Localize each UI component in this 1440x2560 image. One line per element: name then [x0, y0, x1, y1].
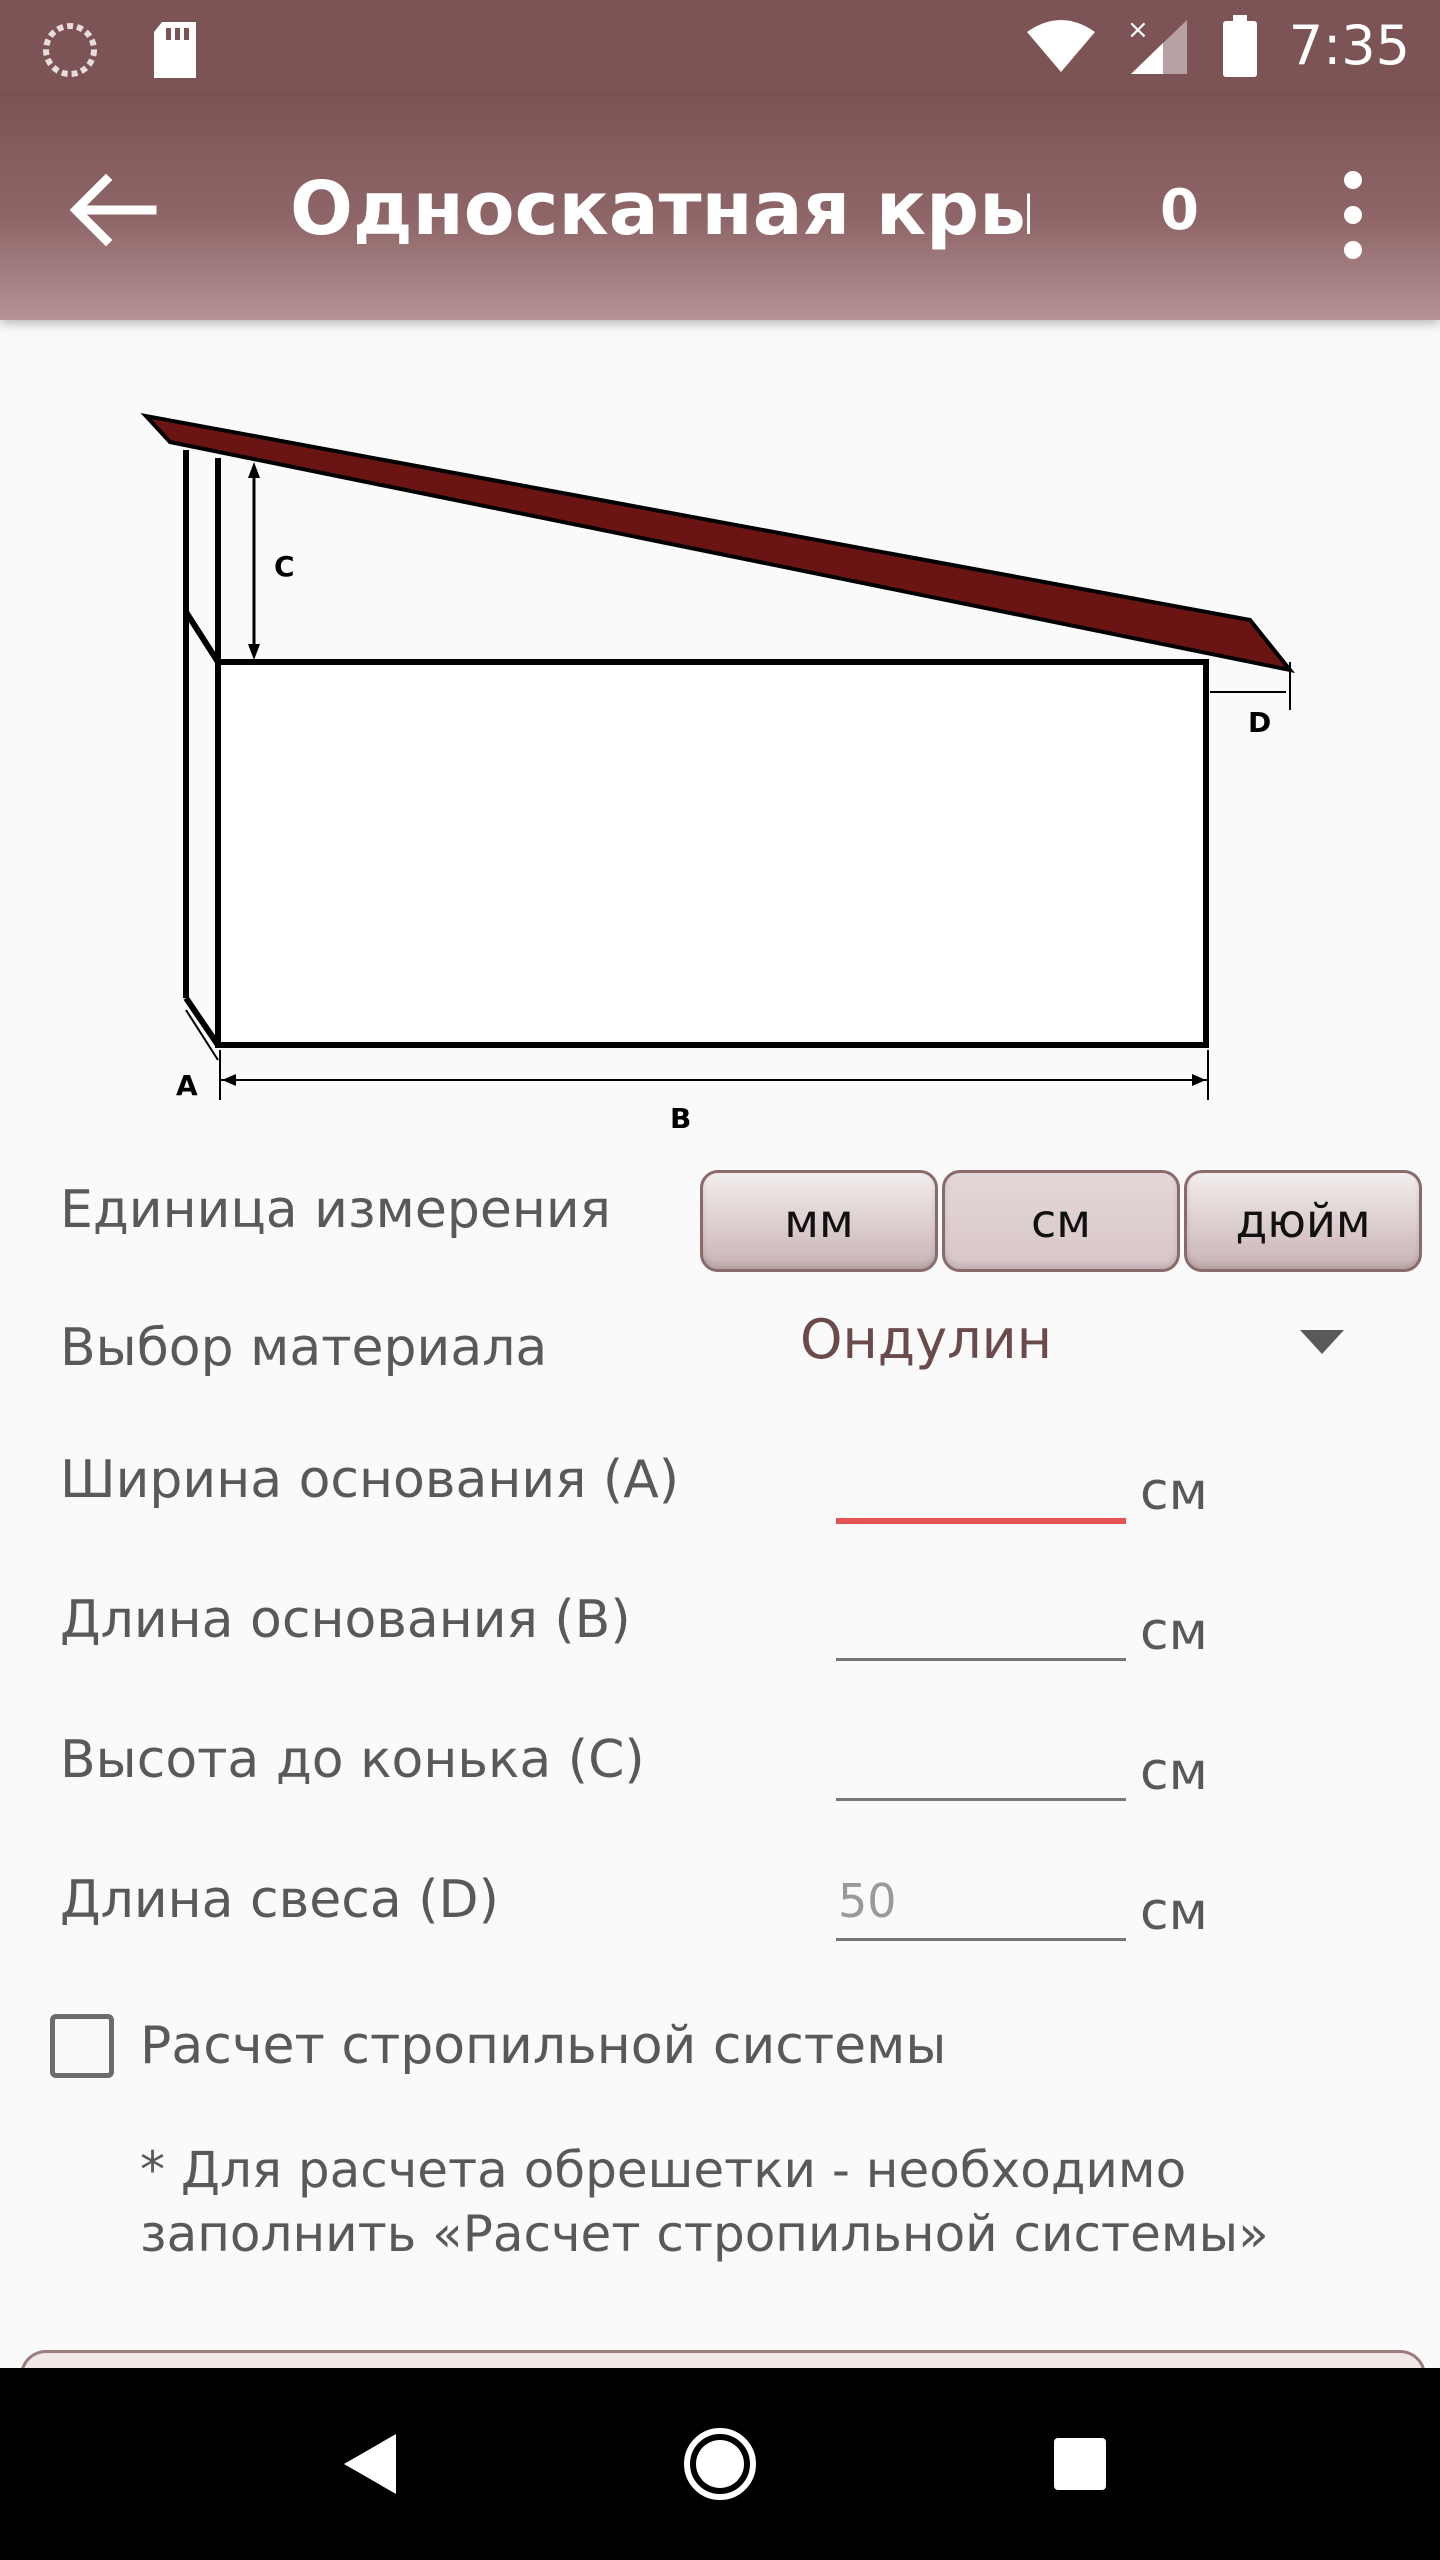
height-input[interactable] — [836, 1728, 1126, 1801]
app-bar: Односкатная кры... 0 — [0, 96, 1440, 320]
field-label-length: Длина основания (В) — [60, 1590, 631, 1650]
roof-diagram: C D A B — [140, 412, 1296, 1135]
page-title: Односкатная кры... — [290, 166, 1030, 252]
unit-button-cm[interactable]: см — [942, 1170, 1180, 1272]
height-unit: см — [1140, 1742, 1208, 1802]
width-unit: см — [1140, 1462, 1208, 1522]
sync-icon — [43, 23, 97, 77]
width-input[interactable] — [836, 1448, 1126, 1524]
overhang-unit: см — [1140, 1882, 1208, 1942]
nav-recents-icon[interactable] — [1054, 2438, 1106, 2490]
rafter-system-label[interactable]: Расчет стропильной системы — [140, 2016, 946, 2076]
nav-home-icon[interactable] — [680, 2424, 760, 2504]
dim-label-d: D — [1248, 706, 1271, 739]
navigation-bar — [0, 2368, 1440, 2560]
status-bar: × 7:35 — [0, 0, 1440, 96]
clock: 7:35 — [1288, 14, 1410, 77]
dim-label-c: C — [274, 550, 295, 583]
material-select[interactable]: Ондулин — [800, 1308, 1052, 1371]
more-vert-icon — [1344, 171, 1362, 259]
nav-back-icon[interactable] — [330, 2424, 410, 2504]
material-label: Выбор материала — [60, 1318, 548, 1378]
sd-card-icon — [154, 22, 196, 78]
unit-button-mm[interactable]: мм — [700, 1170, 938, 1272]
overhang-input[interactable]: 50 — [836, 1868, 1126, 1941]
svg-text:×: × — [1127, 16, 1149, 45]
rafter-system-checkbox[interactable] — [50, 2014, 114, 2078]
unit-button-inch[interactable]: дюйм — [1184, 1170, 1422, 1272]
dim-label-a: A — [176, 1069, 198, 1102]
dim-label-b: B — [670, 1102, 691, 1135]
field-label-overhang: Длина свеса (D) — [60, 1870, 499, 1930]
wifi-icon — [1026, 19, 1095, 72]
length-unit: см — [1140, 1602, 1208, 1662]
unit-label: Единица измерения — [60, 1180, 611, 1240]
roof-slab — [140, 412, 1296, 674]
field-label-width: Ширина основания (А) — [60, 1450, 680, 1510]
lathing-note: * Для расчета обрешетки - необходимо зап… — [140, 2141, 1269, 2263]
length-input[interactable] — [836, 1588, 1126, 1661]
dropdown-arrow-icon[interactable] — [1300, 1330, 1344, 1354]
field-label-height: Высота до конька (С) — [60, 1730, 645, 1790]
arrow-back-icon — [69, 173, 157, 247]
back-button[interactable] — [62, 160, 162, 260]
signal-icon: × — [1127, 16, 1187, 74]
overflow-menu-button[interactable] — [1318, 160, 1388, 270]
counter-badge[interactable]: 0 — [1160, 178, 1199, 243]
overhang-input-placeholder: 50 — [838, 1874, 897, 1928]
battery-icon — [1222, 14, 1257, 77]
